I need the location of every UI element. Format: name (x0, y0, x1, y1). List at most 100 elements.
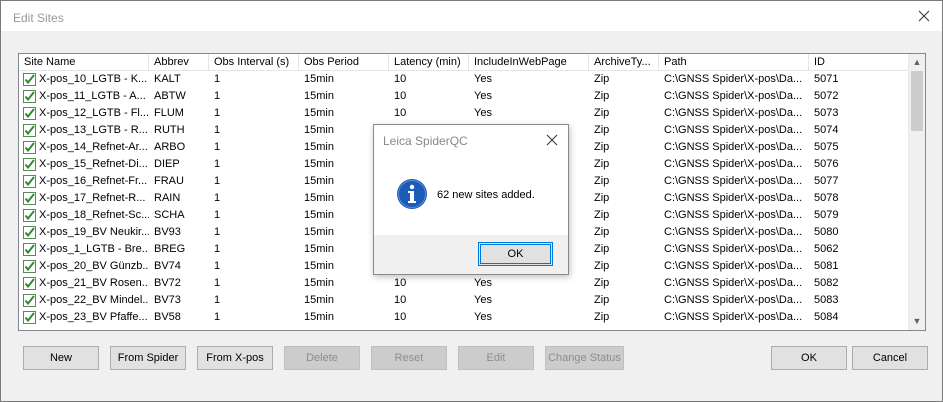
table-cell: 1 (214, 141, 221, 153)
table-cell: 1 (214, 294, 221, 306)
checked-checkbox-icon[interactable] (23, 107, 36, 120)
table-cell: C:\GNSS Spider\X-pos\Da... (664, 294, 803, 306)
cancel-button[interactable]: Cancel (852, 346, 928, 370)
table-cell: Yes (474, 294, 492, 306)
table-cell: 5071 (814, 73, 839, 85)
checked-checkbox-icon[interactable] (23, 124, 36, 137)
table-cell: RUTH (154, 124, 185, 136)
table-row[interactable]: X-pos_10_LGTB - K... KALT 1 15min 10 Yes Zip C:… (19, 71, 910, 88)
table-cell: Zip (594, 209, 610, 221)
window-title: Edit Sites (13, 11, 64, 25)
table-cell: 15min (304, 73, 334, 85)
table-cell: FRAU (154, 175, 184, 187)
table-cell: X-pos_12_LGTB - Fl... (39, 107, 149, 119)
table-cell: C:\GNSS Spider\X-pos\Da... (664, 277, 803, 289)
table-cell: Zip (594, 192, 610, 204)
checked-checkbox-icon[interactable] (23, 260, 36, 273)
table-cell: X-pos_11_LGTB - A... (39, 90, 146, 102)
scroll-down-icon[interactable]: ▼ (909, 313, 925, 330)
checked-checkbox-icon[interactable] (23, 192, 36, 205)
column-header-include-in-web-page[interactable]: IncludeInWebPage (469, 54, 589, 71)
reset-button[interactable]: Reset (371, 346, 447, 370)
checked-checkbox-icon[interactable] (23, 209, 36, 222)
scroll-thumb[interactable] (911, 71, 923, 131)
checked-checkbox-icon[interactable] (23, 73, 36, 86)
table-cell: Zip (594, 294, 610, 306)
table-cell: BV93 (154, 226, 181, 238)
table-cell: X-pos_19_BV Neukir... (39, 226, 149, 238)
table-cell: 5074 (814, 124, 839, 136)
checked-checkbox-icon[interactable] (23, 141, 36, 154)
table-row[interactable]: X-pos_21_BV Rosen... BV72 1 15min 10 Yes Zip C:… (19, 275, 910, 292)
table-cell: Zip (594, 260, 610, 272)
column-header-abbrev[interactable]: Abbrev (149, 54, 209, 71)
table-cell: 5079 (814, 209, 839, 221)
ok-button[interactable]: OK (771, 346, 847, 370)
table-cell: Zip (594, 141, 610, 153)
checked-checkbox-icon[interactable] (23, 175, 36, 188)
column-header-id[interactable]: ID (809, 54, 910, 71)
table-cell: X-pos_18_Refnet-Sc... (39, 209, 149, 221)
table-cell: 10 (394, 277, 407, 289)
checked-checkbox-icon[interactable] (23, 90, 36, 103)
table-cell: 5078 (814, 192, 839, 204)
table-cell: C:\GNSS Spider\X-pos\Da... (664, 243, 803, 255)
checked-checkbox-icon[interactable] (23, 311, 36, 324)
table-cell: 5073 (814, 107, 839, 119)
checked-checkbox-icon[interactable] (23, 158, 36, 171)
table-cell: Zip (594, 73, 610, 85)
dialog-close-icon[interactable] (545, 133, 559, 147)
table-cell: 15min (304, 277, 334, 289)
scroll-up-icon[interactable]: ▲ (909, 54, 925, 71)
table-cell: BV72 (154, 277, 181, 289)
message-dialog: Leica SpiderQC 62 new sites added. OK (373, 124, 569, 275)
table-cell: C:\GNSS Spider\X-pos\Da... (664, 107, 803, 119)
dialog-ok-button[interactable]: OK (478, 242, 553, 266)
column-header-archive-type[interactable]: ArchiveTy... (589, 54, 659, 71)
table-cell: C:\GNSS Spider\X-pos\Da... (664, 226, 803, 238)
vertical-scrollbar[interactable]: ▲ ▼ (908, 54, 925, 330)
table-cell: BV73 (154, 294, 181, 306)
checked-checkbox-icon[interactable] (23, 294, 36, 307)
checked-checkbox-icon[interactable] (23, 277, 36, 290)
edit-button[interactable]: Edit (458, 346, 534, 370)
new-button[interactable]: New (23, 346, 99, 370)
table-cell: X-pos_16_Refnet-Fr... (39, 175, 148, 187)
title-bar: Edit Sites (1, 1, 942, 31)
column-header-obs-period[interactable]: Obs Period (299, 54, 389, 71)
table-row[interactable]: X-pos_22_BV Mindel... BV73 1 15min 10 Yes Zip C… (19, 292, 910, 309)
checked-checkbox-icon[interactable] (23, 243, 36, 256)
from-spider-button[interactable]: From Spider (110, 346, 186, 370)
table-cell: 1 (214, 260, 221, 272)
table-cell: X-pos_13_LGTB - R... (39, 124, 148, 136)
close-icon[interactable] (914, 6, 934, 26)
column-header-latency[interactable]: Latency (min) (389, 54, 469, 71)
column-header-path[interactable]: Path (659, 54, 809, 71)
table-cell: 5080 (814, 226, 839, 238)
delete-button[interactable]: Delete (284, 346, 360, 370)
change-status-button[interactable]: Change Status (545, 346, 624, 370)
table-row[interactable]: X-pos_11_LGTB - A... ABTW 1 15min 10 Yes Zip C:… (19, 88, 910, 105)
table-cell: 10 (394, 107, 407, 119)
table-cell: RAIN (154, 192, 181, 204)
table-cell: ABTW (154, 90, 186, 102)
table-cell: Zip (594, 124, 610, 136)
column-header-obs-interval[interactable]: Obs Interval (s) (209, 54, 299, 71)
table-cell: 1 (214, 73, 221, 85)
table-cell: Yes (474, 90, 492, 102)
table-cell: BV74 (154, 260, 181, 272)
table-cell: X-pos_1_LGTB - Bre... (39, 243, 149, 255)
table-row[interactable]: X-pos_12_LGTB - Fl... FLUM 1 15min 10 Yes Zip C… (19, 105, 910, 122)
table-cell: 1 (214, 107, 221, 119)
dialog-title: Leica SpiderQC (383, 134, 468, 148)
dialog-message: 62 new sites added. (437, 189, 535, 201)
table-cell: C:\GNSS Spider\X-pos\Da... (664, 209, 803, 221)
table-row[interactable]: X-pos_23_BV Pfaffe... BV58 1 15min 10 Yes Zip C… (19, 309, 910, 326)
table-cell: 1 (214, 175, 221, 187)
table-cell: Yes (474, 73, 492, 85)
table-cell: X-pos_10_LGTB - K... (39, 73, 148, 85)
column-header-site-name[interactable]: Site Name (19, 54, 149, 71)
table-cell: BREG (154, 243, 186, 255)
from-xpos-button[interactable]: From X-pos (197, 346, 273, 370)
checked-checkbox-icon[interactable] (23, 226, 36, 239)
